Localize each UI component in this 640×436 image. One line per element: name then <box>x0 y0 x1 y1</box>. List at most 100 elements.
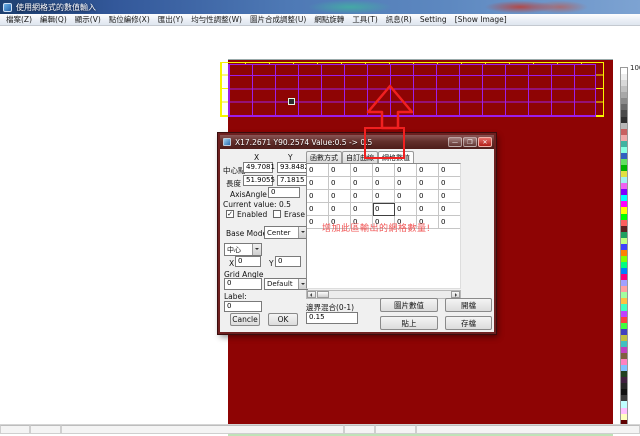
scrollbar-thumb[interactable] <box>317 291 329 298</box>
menu-item[interactable]: 工具(T) <box>348 14 381 25</box>
label-label: Label: <box>224 292 247 301</box>
grid-cell[interactable]: 0 <box>329 203 351 216</box>
menu-item[interactable]: Setting <box>416 14 451 25</box>
anchor-value: 中心 <box>225 245 252 255</box>
label-field[interactable]: 0 <box>224 301 262 312</box>
grid-cell[interactable]: 0 <box>439 164 461 177</box>
value-grid-overlay[interactable] <box>228 64 596 117</box>
status-cell <box>344 425 375 434</box>
grid-cell[interactable]: 0 <box>439 177 461 190</box>
status-cell <box>375 425 416 434</box>
close-button[interactable]: ✕ <box>478 137 492 147</box>
tab-3[interactable]: 網格數值 <box>378 151 414 163</box>
grid-cell[interactable]: 0 <box>351 177 373 190</box>
axis-angle-field[interactable]: 0 <box>268 187 300 198</box>
menu-item[interactable]: 匯出(Y) <box>154 14 187 25</box>
cursor-cell-marker <box>288 98 295 105</box>
grid-cell[interactable]: 0 <box>439 203 461 216</box>
grid-cell[interactable]: 0 <box>373 164 395 177</box>
menu-item[interactable]: 顯示(V) <box>71 14 105 25</box>
grid-cell[interactable]: 0 <box>329 177 351 190</box>
grid-cell[interactable]: 0 <box>307 203 329 216</box>
grid-cell[interactable]: 0 <box>373 190 395 203</box>
menu-item[interactable]: 均勻性調整(W) <box>187 14 246 25</box>
grid-cell[interactable]: 0 <box>373 203 395 216</box>
value-grid: 00000000000000000000000000000000000 <box>307 164 460 229</box>
grid-cell[interactable]: 0 <box>307 190 329 203</box>
base-mode-select[interactable]: Center <box>264 226 308 239</box>
grid-cell[interactable]: 0 <box>417 164 439 177</box>
grid-cell[interactable]: 0 <box>417 203 439 216</box>
menu-item[interactable]: 點位編修(X) <box>105 14 154 25</box>
offset-x-label: X <box>229 259 234 268</box>
tab-1[interactable]: 函數方式 <box>306 151 342 163</box>
menu-item[interactable]: 網點旋轉 <box>310 14 348 25</box>
offset-y-field[interactable]: 0 <box>275 256 301 267</box>
ok-button[interactable]: OK <box>268 313 298 326</box>
center-y-field[interactable]: 93.8482 <box>277 162 307 173</box>
grid-cell[interactable]: 0 <box>395 177 417 190</box>
grid-cell[interactable]: 0 <box>351 190 373 203</box>
column-header-x: X <box>254 153 259 162</box>
grid-cell[interactable]: 0 <box>417 190 439 203</box>
dialog-body: X Y 中心點 49.7081 93.8482 長度 51.9055 7.181… <box>220 149 494 332</box>
grid-cell[interactable]: 0 <box>439 216 461 229</box>
grid-cell[interactable]: 0 <box>329 164 351 177</box>
paste-button[interactable]: 貼上 <box>380 316 438 330</box>
menu-item[interactable]: 檔案(Z) <box>2 14 36 25</box>
dialog-title: X17.2671 Y90.2574 Value:0.5 -> 0.5 <box>235 138 372 147</box>
offset-x-field[interactable]: 0 <box>235 256 261 267</box>
erase-dots-checkbox[interactable] <box>273 210 281 218</box>
grid-cell[interactable]: 0 <box>395 164 417 177</box>
scroll-left-icon[interactable] <box>307 291 316 298</box>
status-cell <box>0 425 30 434</box>
tab-2[interactable]: 自訂曲線 <box>342 151 378 163</box>
open-file-button[interactable]: 開檔 <box>445 298 492 312</box>
status-cell <box>61 425 344 434</box>
annotation-note: 增加此區輸出的網格數量! <box>322 221 431 234</box>
column-header-y: Y <box>288 153 293 162</box>
grid-cell[interactable]: 0 <box>351 203 373 216</box>
colorbar <box>620 67 628 433</box>
grid-cell[interactable]: 0 <box>395 203 417 216</box>
menu-item[interactable]: 圖片合成調整(U) <box>246 14 310 25</box>
scroll-right-icon[interactable] <box>451 291 460 298</box>
grid-cell[interactable]: 0 <box>351 164 373 177</box>
base-mode-label: Base Mode <box>226 229 267 238</box>
offset-y-label: Y <box>269 259 274 268</box>
grid-cell[interactable]: 0 <box>307 177 329 190</box>
maximize-button[interactable]: ❐ <box>463 137 477 147</box>
grid-cell[interactable]: 0 <box>329 190 351 203</box>
axis-angle-label: AxisAngle <box>230 190 267 199</box>
grid-cell[interactable]: 0 <box>395 190 417 203</box>
menu-item[interactable]: 編輯(Q) <box>36 14 71 25</box>
app-titlebar: 使用網格式的數值輸入 <box>0 0 640 14</box>
length-x-field[interactable]: 51.9055 <box>243 175 273 186</box>
dialog-icon <box>223 138 231 146</box>
status-cell <box>416 425 640 434</box>
cancel-button[interactable]: Cancle <box>230 313 260 326</box>
base-mode-value: Center <box>265 229 298 237</box>
save-file-button[interactable]: 存檔 <box>445 316 492 330</box>
enabled-checkbox[interactable] <box>226 210 234 218</box>
grid-angle-field[interactable]: 0 <box>224 278 262 290</box>
grid-cell[interactable]: 0 <box>439 190 461 203</box>
minimize-button[interactable]: — <box>448 137 462 147</box>
anchor-select[interactable]: 中心 <box>224 243 262 256</box>
blend-field[interactable]: 0.15 <box>306 312 358 324</box>
status-cell <box>30 425 61 434</box>
grid-cell[interactable]: 0 <box>417 177 439 190</box>
app-icon <box>3 3 12 12</box>
length-y-field[interactable]: 7.1815 <box>277 175 307 186</box>
menu-item[interactable]: [Show Image] <box>451 14 511 25</box>
grid-angle-mode-value: Default <box>265 280 298 288</box>
center-x-field[interactable]: 49.7081 <box>243 162 273 173</box>
menu-item[interactable]: 訊息(R) <box>382 14 416 25</box>
grid-angle-mode-select[interactable]: Default <box>264 278 308 290</box>
image-values-button[interactable]: 圖片數值 <box>380 298 438 312</box>
grid-cell[interactable]: 0 <box>373 177 395 190</box>
colorbar-max-label: 100 <box>630 64 640 72</box>
dialog-titlebar[interactable]: X17.2671 Y90.2574 Value:0.5 -> 0.5 — ❐ ✕ <box>220 135 494 149</box>
enabled-label: Enabled <box>237 210 267 219</box>
grid-cell[interactable]: 0 <box>307 164 329 177</box>
